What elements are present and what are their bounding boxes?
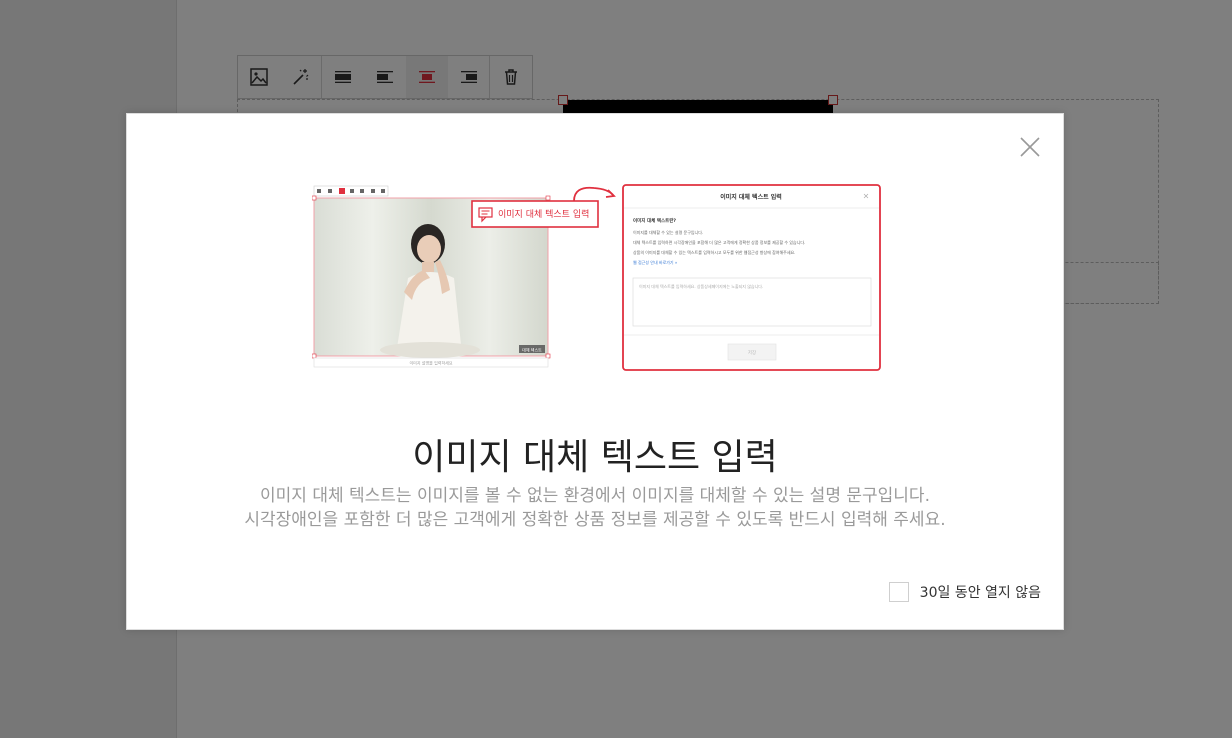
dont-show-30-days[interactable]: 30일 동안 열지 않음: [888, 582, 1041, 602]
image-badge: 대체 텍스트: [522, 347, 542, 353]
dialog-title: 이미지 대체 텍스트 입력: [720, 193, 781, 201]
modal-description: 이미지 대체 텍스트는 이미지를 볼 수 없는 환경에서 이미지를 대체할 수 …: [127, 484, 1063, 532]
dialog-line2: 대체 텍스트를 입력하면 시각장애인을 포함해 더 많은 고객에게 정확한 상품…: [633, 239, 805, 245]
modal-title: 이미지 대체 텍스트 입력: [412, 437, 778, 478]
callout-label: 이미지 대체 텍스트 입력: [498, 208, 589, 220]
dialog-save: 저장: [748, 349, 756, 356]
alt-text-illustration: 대체 텍스트 이미지 설명을 입력하세요 이미지 대체 텍스트 입력 이미지 대…: [312, 184, 881, 371]
alt-text-guide-modal: 대체 텍스트 이미지 설명을 입력하세요 이미지 대체 텍스트 입력 이미지 대…: [126, 113, 1064, 630]
dialog-link: 웹 접근성 안내 바로가기 »: [633, 259, 678, 265]
dont-show-checkbox[interactable]: [888, 582, 909, 602]
image-caption: 이미지 설명을 입력하세요: [409, 360, 452, 366]
dont-show-label[interactable]: 30일 동안 열지 않음: [920, 582, 1041, 602]
dialog-line3: 상품의 이미지를 대체할 수 있는 텍스트를 입력하시고 모두를 위한 웹접근성…: [633, 249, 795, 255]
description-line-2: 시각장애인을 포함한 더 많은 고객에게 정확한 상품 정보를 제공할 수 있도…: [244, 510, 946, 530]
dialog-line1: 이미지를 대체할 수 있는 설명 문구입니다.: [633, 229, 703, 235]
dialog-placeholder: 이미지 대체 텍스트를 입력하세요. 상품상세페이지에는 노출되지 않습니다.: [639, 283, 763, 289]
close-icon: [1020, 137, 1040, 157]
close-button[interactable]: [1018, 135, 1042, 159]
description-line-1: 이미지 대체 텍스트는 이미지를 볼 수 없는 환경에서 이미지를 대체할 수 …: [260, 486, 930, 506]
dialog-heading: 이미지 대체 텍스트란?: [633, 217, 676, 224]
